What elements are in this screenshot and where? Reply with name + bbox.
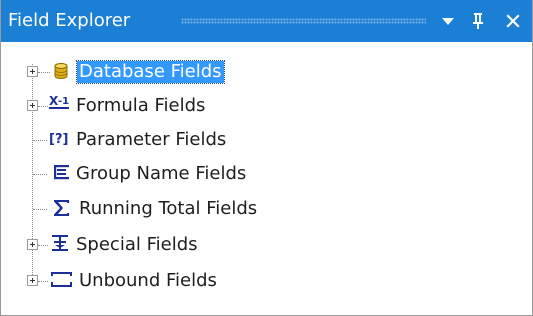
tree-item-unbound-fields[interactable]: Unbound Fields bbox=[1, 264, 532, 298]
svg-text:[?]: [?] bbox=[49, 132, 68, 147]
dropdown-arrow-icon[interactable] bbox=[437, 10, 459, 32]
tree-item-database-fields[interactable]: Database Fields bbox=[1, 55, 532, 89]
field-explorer-panel: Field Explorer Database Fields X -1 Form… bbox=[0, 0, 533, 316]
expand-button[interactable] bbox=[27, 239, 38, 250]
unbound-fields-icon bbox=[51, 271, 72, 289]
tree-item-label: Parameter Fields bbox=[76, 129, 227, 150]
expand-button[interactable] bbox=[27, 66, 38, 77]
database-icon bbox=[52, 62, 72, 80]
tree-item-parameter-fields[interactable]: [?] Parameter Fields bbox=[1, 123, 532, 157]
field-tree: Database Fields X -1 Formula Fields [?] … bbox=[1, 42, 532, 315]
pin-icon[interactable] bbox=[467, 10, 489, 32]
running-total-icon bbox=[52, 198, 72, 216]
tree-item-label: Group Name Fields bbox=[76, 163, 247, 184]
tree-item-label: Formula Fields bbox=[76, 95, 206, 116]
tree-item-label: Special Fields bbox=[76, 234, 198, 255]
expand-button[interactable] bbox=[27, 100, 38, 111]
tree-item-running-total-fields[interactable]: Running Total Fields bbox=[1, 192, 532, 226]
parameter-icon: [?] bbox=[49, 130, 69, 148]
title-bar-grip[interactable] bbox=[181, 18, 426, 24]
tree-item-label: Unbound Fields bbox=[79, 270, 217, 291]
group-name-icon bbox=[53, 164, 73, 182]
formula-icon: X -1 bbox=[48, 94, 69, 112]
tree-item-formula-fields[interactable]: X -1 Formula Fields bbox=[1, 89, 532, 123]
svg-text:-1: -1 bbox=[58, 96, 69, 107]
expand-button[interactable] bbox=[27, 275, 38, 286]
panel-title: Field Explorer bbox=[8, 10, 131, 31]
close-icon[interactable] bbox=[502, 10, 524, 32]
tree-item-group-name-fields[interactable]: Group Name Fields bbox=[1, 157, 532, 191]
special-fields-icon bbox=[51, 234, 71, 252]
tree-item-special-fields[interactable]: Special Fields bbox=[1, 228, 532, 262]
title-bar[interactable]: Field Explorer bbox=[1, 0, 532, 42]
tree-item-label: Running Total Fields bbox=[79, 198, 258, 219]
tree-item-label: Database Fields bbox=[76, 60, 225, 84]
